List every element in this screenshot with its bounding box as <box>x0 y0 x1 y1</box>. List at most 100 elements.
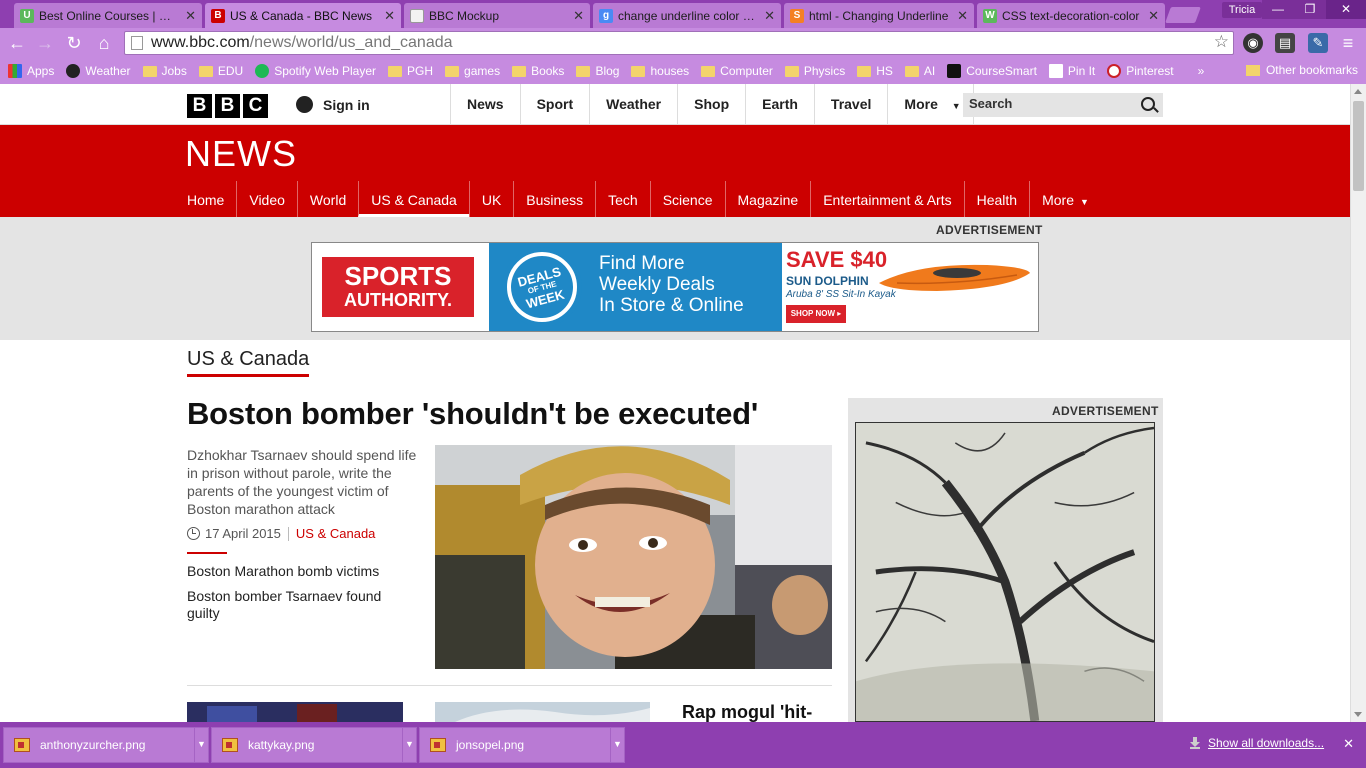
top-nav-shop[interactable]: Shop <box>677 84 745 125</box>
download-menu-icon[interactable]: ▼ <box>610 727 624 763</box>
show-all-downloads-link[interactable]: Show all downloads... <box>1190 736 1324 750</box>
lead-story-photo[interactable] <box>435 445 832 669</box>
top-nav-more-label: More <box>904 96 938 112</box>
bookmark-blog[interactable]: Blog <box>576 64 619 78</box>
home-icon[interactable]: ⌂ <box>93 32 115 54</box>
close-tab-icon[interactable]: ✕ <box>957 8 968 24</box>
sports-authority-ad[interactable]: SPORTS AUTHORITY. DEALS OF THE WEEK Find… <box>311 242 1039 332</box>
sub-nav-world[interactable]: World <box>296 181 358 217</box>
eyedropper-extension-icon[interactable]: ✎ <box>1308 33 1328 53</box>
sub-nav-business[interactable]: Business <box>513 181 595 217</box>
download-icon <box>1190 737 1200 749</box>
new-tab-button[interactable] <box>1165 7 1201 23</box>
top-nav-more[interactable]: More ▼ <box>887 84 974 125</box>
maximize-icon[interactable]: ❐ <box>1294 0 1326 19</box>
advertisement-label: ADVERTISEMENT <box>1052 404 1159 418</box>
sub-nav-more[interactable]: More ▼ <box>1029 181 1101 217</box>
page-scrollbar[interactable] <box>1350 84 1366 724</box>
top-nav-travel[interactable]: Travel <box>813 84 887 125</box>
sub-nav-magazine[interactable]: Magazine <box>724 181 811 217</box>
story-tag-link[interactable]: US & Canada <box>296 526 376 541</box>
top-nav-news[interactable]: News <box>450 84 520 125</box>
bookmark-pinterest[interactable]: Pinterest <box>1107 64 1174 78</box>
bookmark-apps[interactable]: Apps <box>8 64 54 78</box>
url-path: /news/world/us_and_canada <box>249 34 453 51</box>
bookmark-hs[interactable]: HS <box>857 64 893 78</box>
close-tab-icon[interactable]: ✕ <box>573 8 584 24</box>
related-link[interactable]: Boston Marathon bomb victims <box>187 563 407 580</box>
bookmark-spotify-web-player[interactable]: Spotify Web Player <box>255 64 376 78</box>
download-item[interactable]: kattykay.png ▼ <box>211 727 417 763</box>
bookmark-ai[interactable]: AI <box>904 64 935 78</box>
bookmark-coursesmart[interactable]: CourseSmart <box>947 64 1037 78</box>
download-item[interactable]: jonsopel.png ▼ <box>419 727 625 763</box>
tab-stackoverflow[interactable]: S html - Changing Underline ✕ <box>784 3 974 28</box>
bookmark-physics[interactable]: Physics <box>784 64 845 78</box>
scroll-down-icon[interactable] <box>1354 712 1362 717</box>
scroll-up-icon[interactable] <box>1354 89 1362 94</box>
sub-nav-home[interactable]: Home <box>187 181 236 217</box>
sub-nav-science[interactable]: Science <box>649 181 725 217</box>
tab-bbc-news[interactable]: B US & Canada - BBC News ✕ <box>205 3 401 28</box>
bookmark-jobs[interactable]: Jobs <box>142 64 187 78</box>
sub-nav-us-canada[interactable]: US & Canada <box>358 181 469 217</box>
bookmarks-overflow-button[interactable]: » <box>1198 64 1205 78</box>
close-tab-icon[interactable]: ✕ <box>1148 8 1159 24</box>
bookmark-pin-it[interactable]: Pin It <box>1048 64 1095 78</box>
bbc-search-input[interactable]: Search <box>963 93 1163 117</box>
news-logo[interactable]: NEWS <box>185 133 297 175</box>
bookmark-books[interactable]: Books <box>512 64 564 78</box>
bookmark-pgh[interactable]: PGH <box>388 64 433 78</box>
top-nav-weather[interactable]: Weather <box>589 84 677 125</box>
sub-nav-health[interactable]: Health <box>963 181 1029 217</box>
chrome-menu-icon[interactable]: ≡ <box>1338 33 1358 53</box>
section-title[interactable]: US & Canada <box>187 348 310 377</box>
tab-udemy[interactable]: U Best Online Courses | Ude ✕ <box>14 3 202 28</box>
download-item[interactable]: anthonyzurcher.png ▼ <box>3 727 209 763</box>
meta-divider <box>287 526 289 541</box>
tab-google-search[interactable]: g change underline color - G ✕ <box>593 3 781 28</box>
top-nav-sport[interactable]: Sport <box>519 84 590 125</box>
window-close-icon[interactable]: ✕ <box>1326 0 1366 19</box>
bookmark-weather[interactable]: Weather <box>66 64 131 78</box>
sub-nav-tech[interactable]: Tech <box>595 181 650 217</box>
bookmark-houses[interactable]: houses <box>631 64 689 78</box>
bbc-logo[interactable]: B B C <box>187 94 268 118</box>
clapperboard-extension-icon[interactable]: ▤ <box>1275 33 1295 53</box>
sub-nav-uk[interactable]: UK <box>468 181 513 217</box>
story-thumbnail[interactable] <box>187 702 403 722</box>
bookmark-star-icon[interactable]: ☆ <box>1214 32 1229 52</box>
scrollbar-thumb[interactable] <box>1353 101 1364 191</box>
tab-bbc-mockup[interactable]: BBC Mockup ✕ <box>404 3 590 28</box>
coursesmart-icon <box>947 64 962 78</box>
close-shelf-icon[interactable]: ✕ <box>1343 736 1354 752</box>
back-icon[interactable]: ← <box>6 32 28 54</box>
close-tab-icon[interactable]: ✕ <box>185 8 196 24</box>
sub-nav-entertainment-arts[interactable]: Entertainment & Arts <box>810 181 963 217</box>
close-tab-icon[interactable]: ✕ <box>384 8 395 24</box>
top-nav-earth[interactable]: Earth <box>745 84 814 125</box>
search-icon[interactable] <box>1141 97 1155 111</box>
download-menu-icon[interactable]: ▼ <box>194 727 208 763</box>
bookmark-games[interactable]: games <box>445 64 500 78</box>
bookmark-edu[interactable]: EDU <box>198 64 243 78</box>
minimize-icon[interactable]: — <box>1262 0 1294 19</box>
story-headline[interactable]: Rap mogul 'hit- <box>682 702 812 723</box>
tree-ad-image[interactable] <box>855 422 1155 722</box>
other-bookmarks-folder[interactable]: Other bookmarks <box>1245 63 1358 77</box>
sub-nav-video[interactable]: Video <box>236 181 297 217</box>
shop-now-button[interactable]: SHOP NOW ▸ <box>786 305 846 323</box>
sign-in-link[interactable]: Sign in <box>296 96 370 113</box>
chrome-extension-icon[interactable]: ◉ <box>1243 33 1263 53</box>
close-tab-icon[interactable]: ✕ <box>764 8 775 24</box>
forward-icon[interactable]: → <box>34 32 56 54</box>
profile-button[interactable]: Tricia <box>1222 2 1262 18</box>
tab-w3schools[interactable]: W CSS text-decoration-color ✕ <box>977 3 1165 28</box>
story-thumbnail[interactable] <box>435 702 650 722</box>
download-menu-icon[interactable]: ▼ <box>402 727 416 763</box>
lead-headline[interactable]: Boston bomber 'shouldn't be executed' <box>187 396 758 432</box>
related-link[interactable]: Boston bomber Tsarnaev found guilty <box>187 588 402 622</box>
bookmark-computer[interactable]: Computer <box>701 64 773 78</box>
reload-icon[interactable]: ↻ <box>63 32 85 54</box>
address-bar[interactable]: www.bbc.com /news/world/us_and_canada ☆ <box>124 31 1234 55</box>
